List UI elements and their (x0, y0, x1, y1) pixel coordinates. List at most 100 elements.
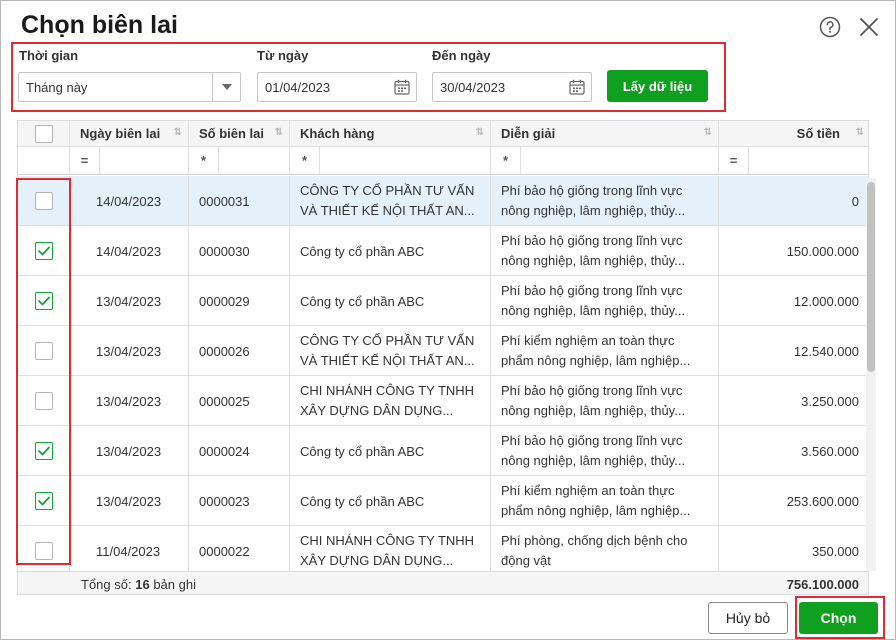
dialog-title: Chọn biên lai (21, 11, 178, 39)
from-date-field[interactable]: 01/04/2023 (257, 72, 417, 102)
customer-name-line-1: CHI NHÁNH CÔNG TY TNHH (300, 533, 475, 548)
filter-date[interactable]: = (70, 147, 189, 175)
description-line-1: Phí bảo hộ giống trong lĩnh vực (501, 233, 683, 248)
total-suffix: bản ghi (153, 577, 196, 592)
sort-icon[interactable]: ⇅ (704, 127, 712, 138)
close-icon[interactable] (857, 15, 881, 39)
receipt-amount: 12.540.000 (793, 343, 859, 359)
chevron-down-icon[interactable] (212, 73, 240, 101)
total-label: Tổng số: (81, 577, 132, 592)
description-line-2: nông nghiệp, lâm nghiệp, thủy... (501, 253, 686, 268)
receipt-number: 0000023 (189, 476, 290, 526)
to-date-label: Đến ngày (432, 48, 491, 63)
description-line-1: Phí bảo hộ giống trong lĩnh vực (501, 283, 683, 298)
table-row[interactable]: 13/04/2023 0000026 CÔNG TY CỔ PHẦN TƯ VẤN V… (18, 326, 868, 376)
filter-operator[interactable]: = (719, 147, 749, 174)
receipt-number: 0000029 (189, 276, 290, 326)
filter-customer[interactable]: * (290, 147, 491, 175)
customer-name: Công ty cổ phần ABC (290, 276, 491, 326)
sort-icon[interactable]: ⇅ (476, 127, 484, 138)
receipt-description: Phí bảo hộ giống trong lĩnh vực nông nghi… (491, 276, 719, 326)
customer-name: CHI NHÁNH CÔNG TY TNHH XÂY DỰNG DÂN DỤNG.… (290, 526, 491, 576)
description-line-2: nông nghiệp, lâm nghiệp, thủy... (501, 303, 686, 318)
table-row[interactable]: 14/04/2023 0000031 CÔNG TY CỔ PHẦN TƯ VẤN V… (18, 176, 868, 226)
select-all-checkbox[interactable] (34, 124, 53, 143)
receipt-description: Phí bảo hộ giống trong lĩnh vực nông nghi… (491, 176, 719, 226)
description-line-1: Phí kiểm nghiệm an toàn thực (501, 333, 675, 348)
receipt-description: Phí kiểm nghiệm an toàn thực phẩm nông ng… (491, 326, 719, 376)
description-line-2: động vật (501, 553, 551, 568)
table-row[interactable]: 13/04/2023 0000029 Công ty cổ phần ABC Phí … (18, 276, 868, 326)
customer-name: CÔNG TY CỔ PHẦN TƯ VẤN VÀ THIẾT KẾ NỘI TH… (290, 326, 491, 376)
receipt-date: 13/04/2023 (70, 376, 189, 426)
filter-cell-empty (18, 147, 70, 175)
customer-name: Công ty cổ phần ABC (290, 476, 491, 526)
col-header-customer[interactable]: Khách hàng ⇅ (290, 121, 491, 147)
receipt-number: 0000026 (189, 326, 290, 376)
to-date-value: 30/04/2023 (440, 79, 506, 95)
header-select-all[interactable] (18, 121, 70, 147)
period-select[interactable]: Tháng này (18, 72, 241, 102)
customer-name-line-2: XÂY DỰNG DÂN DỤNG... (300, 403, 454, 418)
customer-name-text: Công ty cổ phần ABC (300, 293, 425, 309)
receipt-amount: 0 (851, 193, 859, 209)
to-date-field[interactable]: 30/04/2023 (432, 72, 592, 102)
from-date-value: 01/04/2023 (265, 79, 331, 95)
table-row[interactable]: 13/04/2023 0000023 Công ty cổ phần ABC Phí … (18, 476, 868, 526)
table-row[interactable]: 14/04/2023 0000030 Công ty cổ phần ABC Phí … (18, 226, 868, 276)
customer-name: CÔNG TY CỔ PHẦN TƯ VẤN VÀ THIẾT KẾ NỘI TH… (290, 176, 491, 226)
receipt-description: Phí kiểm nghiệm an toàn thực phẩm nông ng… (491, 476, 719, 526)
customer-name-text: Công ty cổ phần ABC (300, 493, 425, 509)
col-header-date[interactable]: Ngày biên lai ⇅ (70, 121, 189, 147)
receipt-number: 0000030 (189, 226, 290, 276)
fetch-data-button[interactable]: Lấy dữ liệu (607, 70, 708, 102)
table-row[interactable]: 13/04/2023 0000024 Công ty cổ phần ABC Phí … (18, 426, 868, 476)
scrollbar-thumb[interactable] (867, 182, 875, 372)
total-records: Tổng số: 16 bản ghi (81, 577, 196, 592)
description-line-1: Phí kiểm nghiệm an toàn thực (501, 483, 675, 498)
receipt-amount: 3.250.000 (801, 393, 859, 409)
checkbox-column-highlight (16, 178, 71, 565)
filter-operator[interactable]: * (491, 147, 521, 174)
col-header-customer-label: Khách hàng (300, 126, 375, 141)
sort-icon[interactable]: ⇅ (174, 127, 182, 138)
col-header-description[interactable]: Diễn giải ⇅ (491, 121, 719, 147)
filter-operator[interactable]: = (70, 147, 100, 174)
col-header-number[interactable]: Số biên lai ⇅ (189, 121, 290, 147)
filter-amount[interactable]: = (719, 147, 868, 175)
receipt-amount: 253.600.000 (786, 493, 859, 509)
customer-name-line-2: XÂY DỰNG DÂN DỤNG... (300, 553, 454, 568)
receipt-number: 0000025 (189, 376, 290, 426)
col-header-amount-label: Số tiền (796, 126, 840, 141)
description-line-1: Phí bảo hộ giống trong lĩnh vực (501, 183, 683, 198)
receipt-number: 0000024 (189, 426, 290, 476)
description-line-2: nông nghiệp, lâm nghiệp, thủy... (501, 403, 686, 418)
receipt-date: 13/04/2023 (70, 276, 189, 326)
customer-name-text: Công ty cổ phần ABC (300, 443, 425, 459)
filter-operator[interactable]: * (189, 147, 219, 174)
table-row[interactable]: 11/04/2023 0000022 CHI NHÁNH CÔNG TY TNHH X… (18, 526, 868, 576)
description-line-1: Phí bảo hộ giống trong lĩnh vực (501, 433, 683, 448)
calendar-icon[interactable] (563, 79, 591, 95)
table-footer: Tổng số: 16 bản ghi 756.100.000 (18, 571, 868, 594)
period-value: Tháng này (26, 79, 88, 95)
table-row[interactable]: 13/04/2023 0000025 CHI NHÁNH CÔNG TY TNHH X… (18, 376, 868, 426)
receipt-date: 14/04/2023 (70, 176, 189, 226)
receipt-date: 11/04/2023 (70, 526, 189, 576)
filter-operator[interactable]: * (290, 147, 320, 174)
col-header-amount[interactable]: Số tiền ⇅ (719, 121, 868, 147)
choose-button[interactable]: Chọn (799, 602, 878, 634)
receipt-description: Phí bảo hộ giống trong lĩnh vực nông nghi… (491, 226, 719, 276)
help-icon[interactable] (818, 15, 842, 39)
receipts-table: Ngày biên lai ⇅ Số biên lai ⇅ Khách hàng ⇅ … (17, 120, 869, 595)
filter-number[interactable]: * (189, 147, 290, 175)
customer-name-text: Công ty cổ phần ABC (300, 243, 425, 259)
calendar-icon[interactable] (388, 79, 416, 95)
sort-icon[interactable]: ⇅ (856, 127, 864, 138)
cancel-button[interactable]: Hủy bỏ (708, 602, 788, 634)
filter-description[interactable]: * (491, 147, 719, 175)
col-header-date-label: Ngày biên lai (80, 126, 161, 141)
description-line-2: nông nghiệp, lâm nghiệp, thủy... (501, 453, 686, 468)
sort-icon[interactable]: ⇅ (275, 127, 283, 138)
receipt-description: Phí bảo hộ giống trong lĩnh vực nông nghi… (491, 376, 719, 426)
